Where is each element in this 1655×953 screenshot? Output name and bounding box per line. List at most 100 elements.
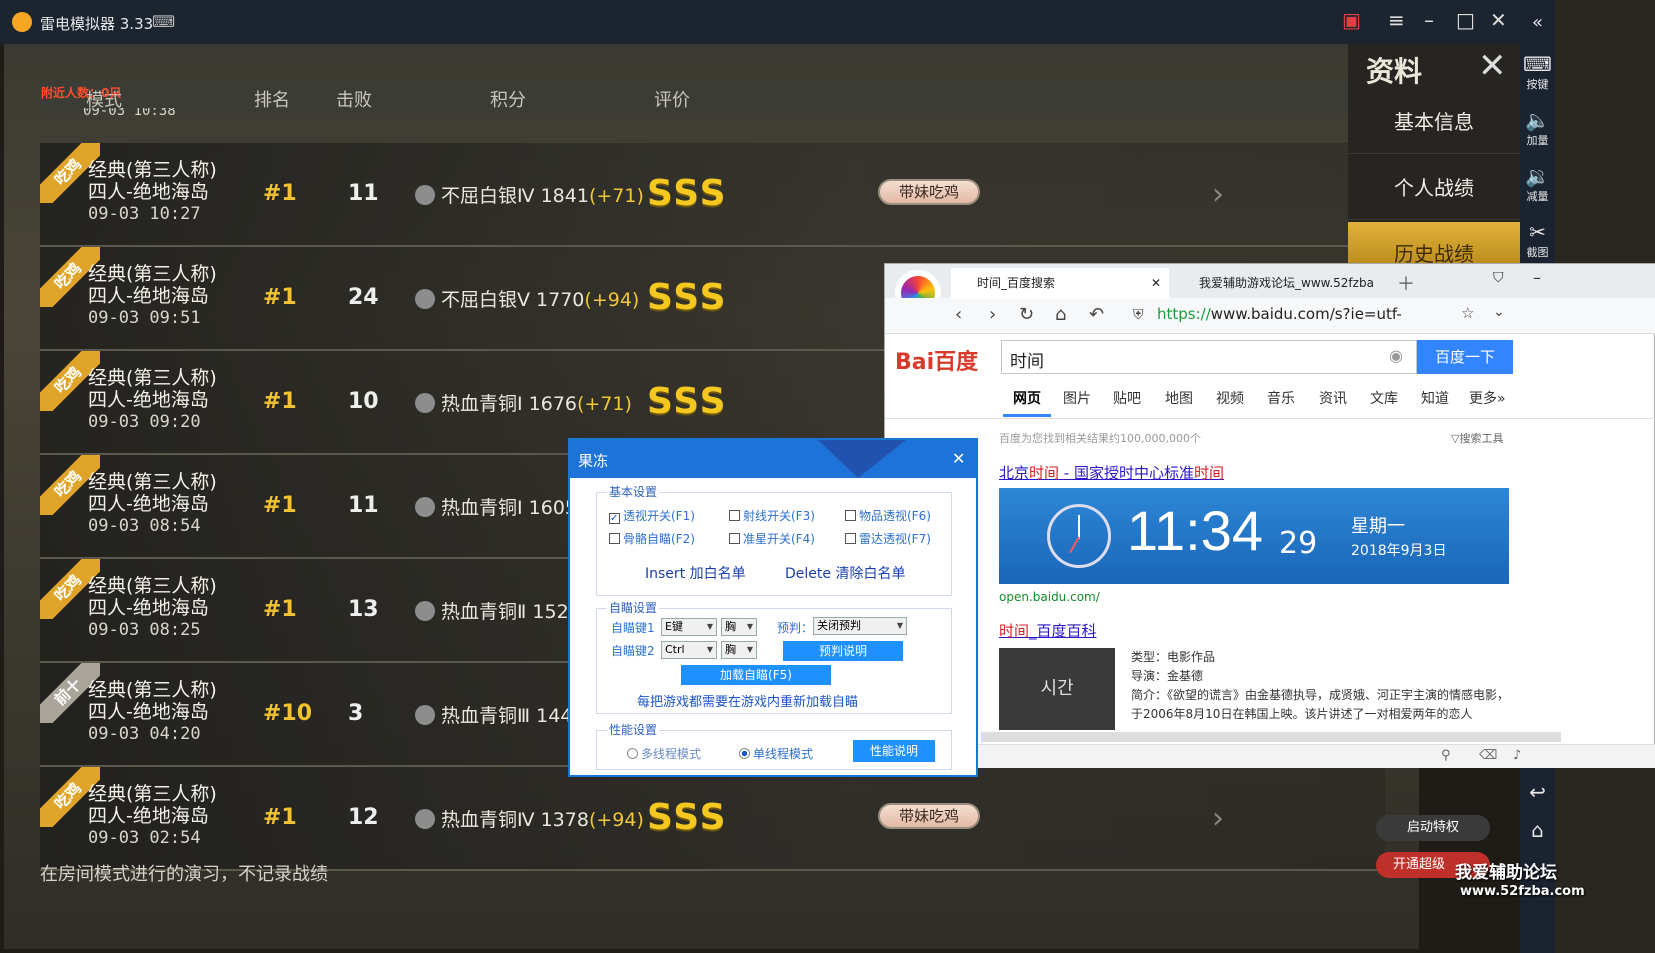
tab-baidu[interactable]: 时间_百度搜索 ✕ [951,268,1169,298]
side-item-basic[interactable]: 基本信息 [1348,90,1520,154]
result-1-title[interactable]: 北京时间 - 国家授时中心标准时间 [999,462,1224,483]
tab-more[interactable]: 更多» [1469,388,1506,408]
clock-weekday: 星期一 [1351,516,1405,537]
toolbar-screenshot[interactable]: ✂ 截图 [1520,220,1555,260]
close-icon: ✕ [1150,276,1161,290]
group-label: 性能设置 [607,721,660,738]
time-widget: 11:34 29 星期一 2018年9月3日 [999,488,1509,584]
check-item-esp[interactable]: 物品透视(F6) [845,507,931,524]
tab-tieba[interactable]: 贴吧 [1113,388,1141,408]
radio-multithread[interactable]: 多线程模式 [627,745,701,762]
toolbar-volume-down[interactable]: 🔉 减量 [1520,164,1555,204]
chevron-right-icon[interactable]: › [1212,801,1224,836]
check-radar[interactable]: 雷达透视(F7) [845,530,931,547]
radio-singlethread[interactable]: 单线程模式 [739,745,813,762]
rocket-icon[interactable]: ⚲ [1441,748,1451,763]
tab-map[interactable]: 地图 [1165,388,1193,408]
star-icon[interactable]: ☆ [1461,304,1474,322]
clock-time: 11:34 [1127,499,1263,562]
movie-poster[interactable]: 시간 [999,648,1115,730]
check-esp[interactable]: ✓ 透视开关(F1) [609,507,695,524]
privilege-button[interactable]: 启动特权 [1376,815,1490,841]
gamepad-icon[interactable]: ⌨ [152,12,175,31]
close-icon[interactable]: ✕ [1478,46,1507,86]
chevron-down-icon[interactable]: ⌄ [1493,304,1505,320]
forward-icon[interactable]: › [989,304,996,325]
baidu-logo[interactable]: Bai百度 [895,344,978,376]
toolbar-keymap[interactable]: ⌨ 按键 [1520,52,1555,92]
rank-cell: #1 [263,181,297,206]
predict-help-button[interactable]: 预判说明 [783,641,903,661]
camera-icon[interactable]: ◉ [1389,346,1403,365]
active-tab-indicator [1003,414,1051,417]
result-2-title[interactable]: 时间_百度百科 [999,620,1097,641]
screen: 雷电模拟器 3.33 ⌨ ▣ ≡ – □ ✕ 模式 排名 击败 积分 评价 附近… [0,0,1655,953]
perf-settings-group: 性能设置 多线程模式 单线程模式 性能说明 [596,721,952,770]
perf-help-button[interactable]: 性能说明 [853,740,935,762]
aim-part2-select[interactable]: 胸 [721,641,757,659]
side-item-personal[interactable]: 个人战绩 [1348,156,1520,220]
table-row[interactable]: 吃鸡 经典(第三人称) 四人-绝地海岛 09-03 10:27 #1 11 不屈白银… [40,143,1385,247]
search-button[interactable]: 百度一下 [1417,340,1513,374]
tab-52fzba[interactable]: 我爱辅助游戏论坛_www.52fzba [1173,268,1389,298]
maximize-icon[interactable]: □ [1456,8,1475,32]
tab-music[interactable]: 音乐 [1267,388,1295,408]
speaker-icon[interactable]: ♪ [1513,748,1521,763]
search-input[interactable]: 时间 [1001,340,1417,374]
aim-note: 每把游戏都需要在游戏内重新加载自瞄 [637,695,859,710]
aim-key1-select[interactable]: E键 [661,618,717,636]
refresh-icon[interactable]: ↻ [1019,304,1034,325]
insert-whitelist-link[interactable]: Insert 加白名单 [645,563,746,583]
new-tab-icon[interactable]: ＋ [1397,270,1415,296]
collapse-icon[interactable]: « [1520,12,1555,33]
tier-icon [415,185,435,205]
back-icon[interactable]: ↩ [1520,780,1555,804]
check-bone-aim[interactable]: 骨骼自瞄(F2) [609,530,695,547]
gift-icon[interactable]: ▣ [1342,8,1361,32]
address-bar[interactable]: https://www.baidu.com/s?ie=utf- [1157,305,1402,323]
load-aim-button[interactable]: 加载自瞄(F5) [681,665,831,685]
horizontal-scrollbar[interactable] [981,732,1561,742]
shirt-icon[interactable]: ⛉ [1493,270,1504,286]
aim-part1-select[interactable]: 胸 [721,618,757,636]
header-decoration [818,440,906,478]
minimize-icon[interactable]: – [1424,8,1434,32]
search-tools[interactable]: ▽搜索工具 [1451,430,1503,446]
close-icon[interactable]: ✕ [952,449,965,468]
tab-images[interactable]: 图片 [1063,388,1091,408]
tab-zhidao[interactable]: 知道 [1421,388,1449,408]
dialog-header: 果冻 ✕ [570,440,976,478]
table-row[interactable]: 吃鸡 经典(第三人称) 四人-绝地海岛 09-03 02:54 #1 12 热血青铜… [40,767,1385,871]
menu-icon[interactable]: ≡ [1388,8,1405,32]
shield-icon: ⛨ [1133,307,1144,323]
kills-cell: 11 [348,493,379,518]
tab-wenku[interactable]: 文库 [1370,388,1398,408]
check-ray[interactable]: 射线开关(F3) [729,507,815,524]
home-icon[interactable]: ⌂ [1055,304,1066,325]
toolbar-volume-up[interactable]: 🔈 加量 [1520,108,1555,148]
cheat-dialog: 果冻 ✕ 基本设置 ✓ 透视开关(F1) 射线开关(F3) 物品透视(F6) 骨骼… [568,438,978,777]
kills-cell: 12 [348,805,379,830]
side-panel: 资料 ✕ 基本信息 个人战绩 历史战绩 [1348,44,1520,274]
divider [885,418,1655,419]
delete-whitelist-link[interactable]: Delete 清除白名单 [785,563,905,583]
result-1-url[interactable]: open.baidu.com/ [999,590,1100,604]
tab-web[interactable]: 网页 [1013,388,1041,408]
mode-cell: 经典(第三人称) 四人-绝地海岛 09-03 10:27 [88,159,217,224]
chevron-right-icon[interactable]: › [1212,177,1224,212]
tab-news[interactable]: 资讯 [1319,388,1347,408]
tier-icon [415,393,435,413]
aim-key2-select[interactable]: Ctrl [661,641,717,659]
overlay-status: 附近人数：0只 [41,86,122,100]
trash-icon[interactable]: ⌫ [1479,748,1497,763]
check-crosshair[interactable]: 准星开关(F4) [729,530,815,547]
home-icon[interactable]: ⌂ [1520,818,1555,842]
minimize-icon[interactable]: – [1533,268,1541,287]
browser-tabbar: 时间_百度搜索 ✕ 我爱辅助游戏论坛_www.52fzba ＋ ⛉ – [885,264,1655,316]
predict-select[interactable]: 关闭预判 [813,617,907,635]
back-icon[interactable]: ‹ [955,304,962,325]
undo-icon[interactable]: ↶ [1089,304,1104,325]
header-kills: 击败 [336,90,372,111]
close-icon[interactable]: ✕ [1490,8,1507,32]
tab-video[interactable]: 视频 [1216,388,1244,408]
